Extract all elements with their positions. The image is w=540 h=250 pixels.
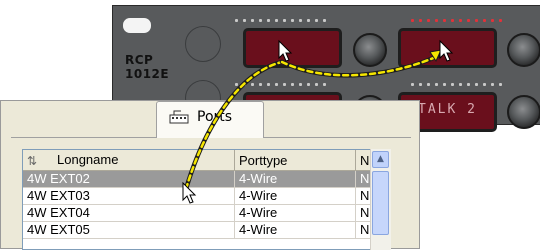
- scroll-up-arrow-icon[interactable]: ▲: [372, 151, 389, 168]
- table-header: ⇅ Longname Porttype N: [23, 150, 377, 171]
- model-line-1: RCP: [125, 53, 154, 67]
- key-leds: [235, 19, 326, 22]
- cell-longname: 4W EXT02: [23, 170, 235, 188]
- cell-porttype: 4-Wire: [234, 221, 356, 239]
- volume-knob[interactable]: [507, 33, 540, 67]
- column-header-label: Longname: [57, 152, 119, 168]
- key-leds: [411, 83, 502, 86]
- tab-ports-label: Ports: [197, 109, 233, 125]
- volume-knob[interactable]: [507, 95, 540, 129]
- vertical-scrollbar[interactable]: ▲: [370, 149, 391, 250]
- sort-icon[interactable]: ⇅: [27, 154, 45, 168]
- ports-dialog: Ports ⇅ Longname Porttype N 4W EXT02 4-Wi…: [0, 100, 420, 250]
- panel-model-label: RCP 1012E: [125, 53, 169, 81]
- tab-ports[interactable]: Ports: [156, 101, 264, 138]
- cell-longname: 4W EXT03: [23, 187, 235, 205]
- cell-porttype: 4-Wire: [234, 187, 356, 205]
- ports-table[interactable]: ⇅ Longname Porttype N 4W EXT02 4-Wire N 4…: [22, 149, 390, 250]
- panel-key-1[interactable]: [243, 28, 342, 68]
- volume-knob[interactable]: [353, 33, 387, 67]
- model-line-2: 1012E: [125, 67, 170, 81]
- table-row[interactable]: 4W EXT05 4-Wire N: [23, 221, 377, 239]
- column-header-longname[interactable]: ⇅ Longname: [23, 150, 235, 171]
- table-row[interactable]: 4W EXT03 4-Wire N: [23, 187, 377, 205]
- panel-screw-outline: [185, 26, 221, 62]
- table-row[interactable]: 4W EXT02 4-Wire N: [23, 170, 377, 188]
- column-header-porttype[interactable]: Porttype: [234, 150, 356, 171]
- cell-porttype: 4-Wire: [234, 170, 356, 188]
- ports-icon: [169, 110, 189, 124]
- column-header-label: N: [360, 152, 370, 168]
- scrollbar-thumb[interactable]: [372, 171, 389, 235]
- panel-key-2[interactable]: [398, 28, 497, 68]
- table-row[interactable]: 4W EXT04 4-Wire N: [23, 204, 377, 222]
- cell-longname: 4W EXT05: [23, 221, 235, 239]
- key-leds-active: [411, 19, 502, 22]
- column-header-label: Porttype: [239, 152, 288, 168]
- cell-porttype: 4-Wire: [234, 204, 356, 222]
- cell-longname: 4W EXT04: [23, 204, 235, 222]
- key-leds: [235, 83, 326, 86]
- power-indicator: [123, 18, 151, 33]
